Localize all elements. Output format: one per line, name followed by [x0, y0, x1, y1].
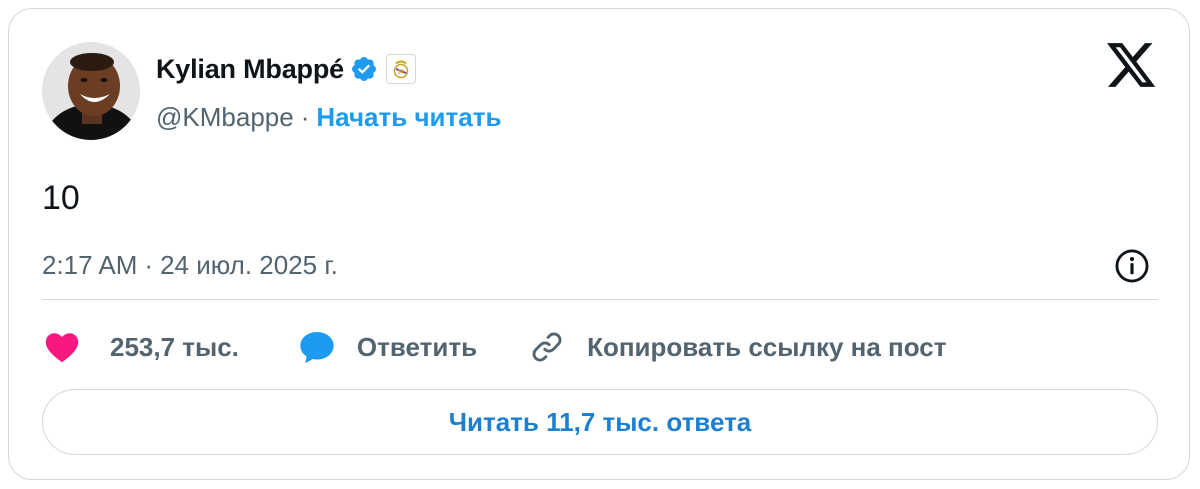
- meta-separator: ·: [144, 249, 154, 280]
- tweet-card: Kylian Mbappé M @KMbappe · Начать читать…: [8, 8, 1190, 480]
- handle-row: @KMbappe · Начать читать: [156, 97, 501, 137]
- read-replies-button[interactable]: Читать 11,7 тыс. ответа: [42, 389, 1158, 455]
- real-madrid-crest-icon[interactable]: M: [385, 54, 416, 84]
- info-icon[interactable]: [1113, 247, 1151, 285]
- copy-link-button[interactable]: Копировать ссылку на пост: [527, 327, 946, 367]
- speech-bubble-icon: [297, 327, 337, 367]
- x-logo-icon[interactable]: [1107, 43, 1157, 89]
- action-bar: 253,7 тыс. Ответить Копировать ссылку на…: [42, 325, 946, 369]
- author-name[interactable]: Kylian Mbappé: [156, 54, 344, 85]
- heart-icon: [42, 327, 82, 367]
- tweet-meta: 2:17 AM · 24 июл. 2025 г.: [42, 245, 338, 285]
- reply-button[interactable]: Ответить: [297, 327, 477, 367]
- author-handle[interactable]: @KMbappe: [156, 102, 294, 133]
- tweet-text: 10: [42, 179, 80, 217]
- avatar[interactable]: [42, 42, 140, 140]
- svg-text:M: M: [398, 69, 404, 76]
- handle-separator: ·: [300, 101, 310, 132]
- divider: [42, 299, 1158, 300]
- tweet-time[interactable]: 2:17 AM: [42, 250, 137, 281]
- like-count: 253,7 тыс.: [110, 331, 239, 362]
- link-icon: [527, 327, 567, 367]
- like-button[interactable]: 253,7 тыс.: [42, 327, 239, 367]
- verified-badge-icon: [350, 55, 378, 83]
- follow-link[interactable]: Начать читать: [316, 102, 501, 133]
- tweet-date[interactable]: 24 июл. 2025 г.: [160, 250, 338, 281]
- copy-link-label: Копировать ссылку на пост: [587, 331, 947, 362]
- author-row: Kylian Mbappé M: [156, 49, 416, 89]
- reply-label: Ответить: [356, 331, 478, 362]
